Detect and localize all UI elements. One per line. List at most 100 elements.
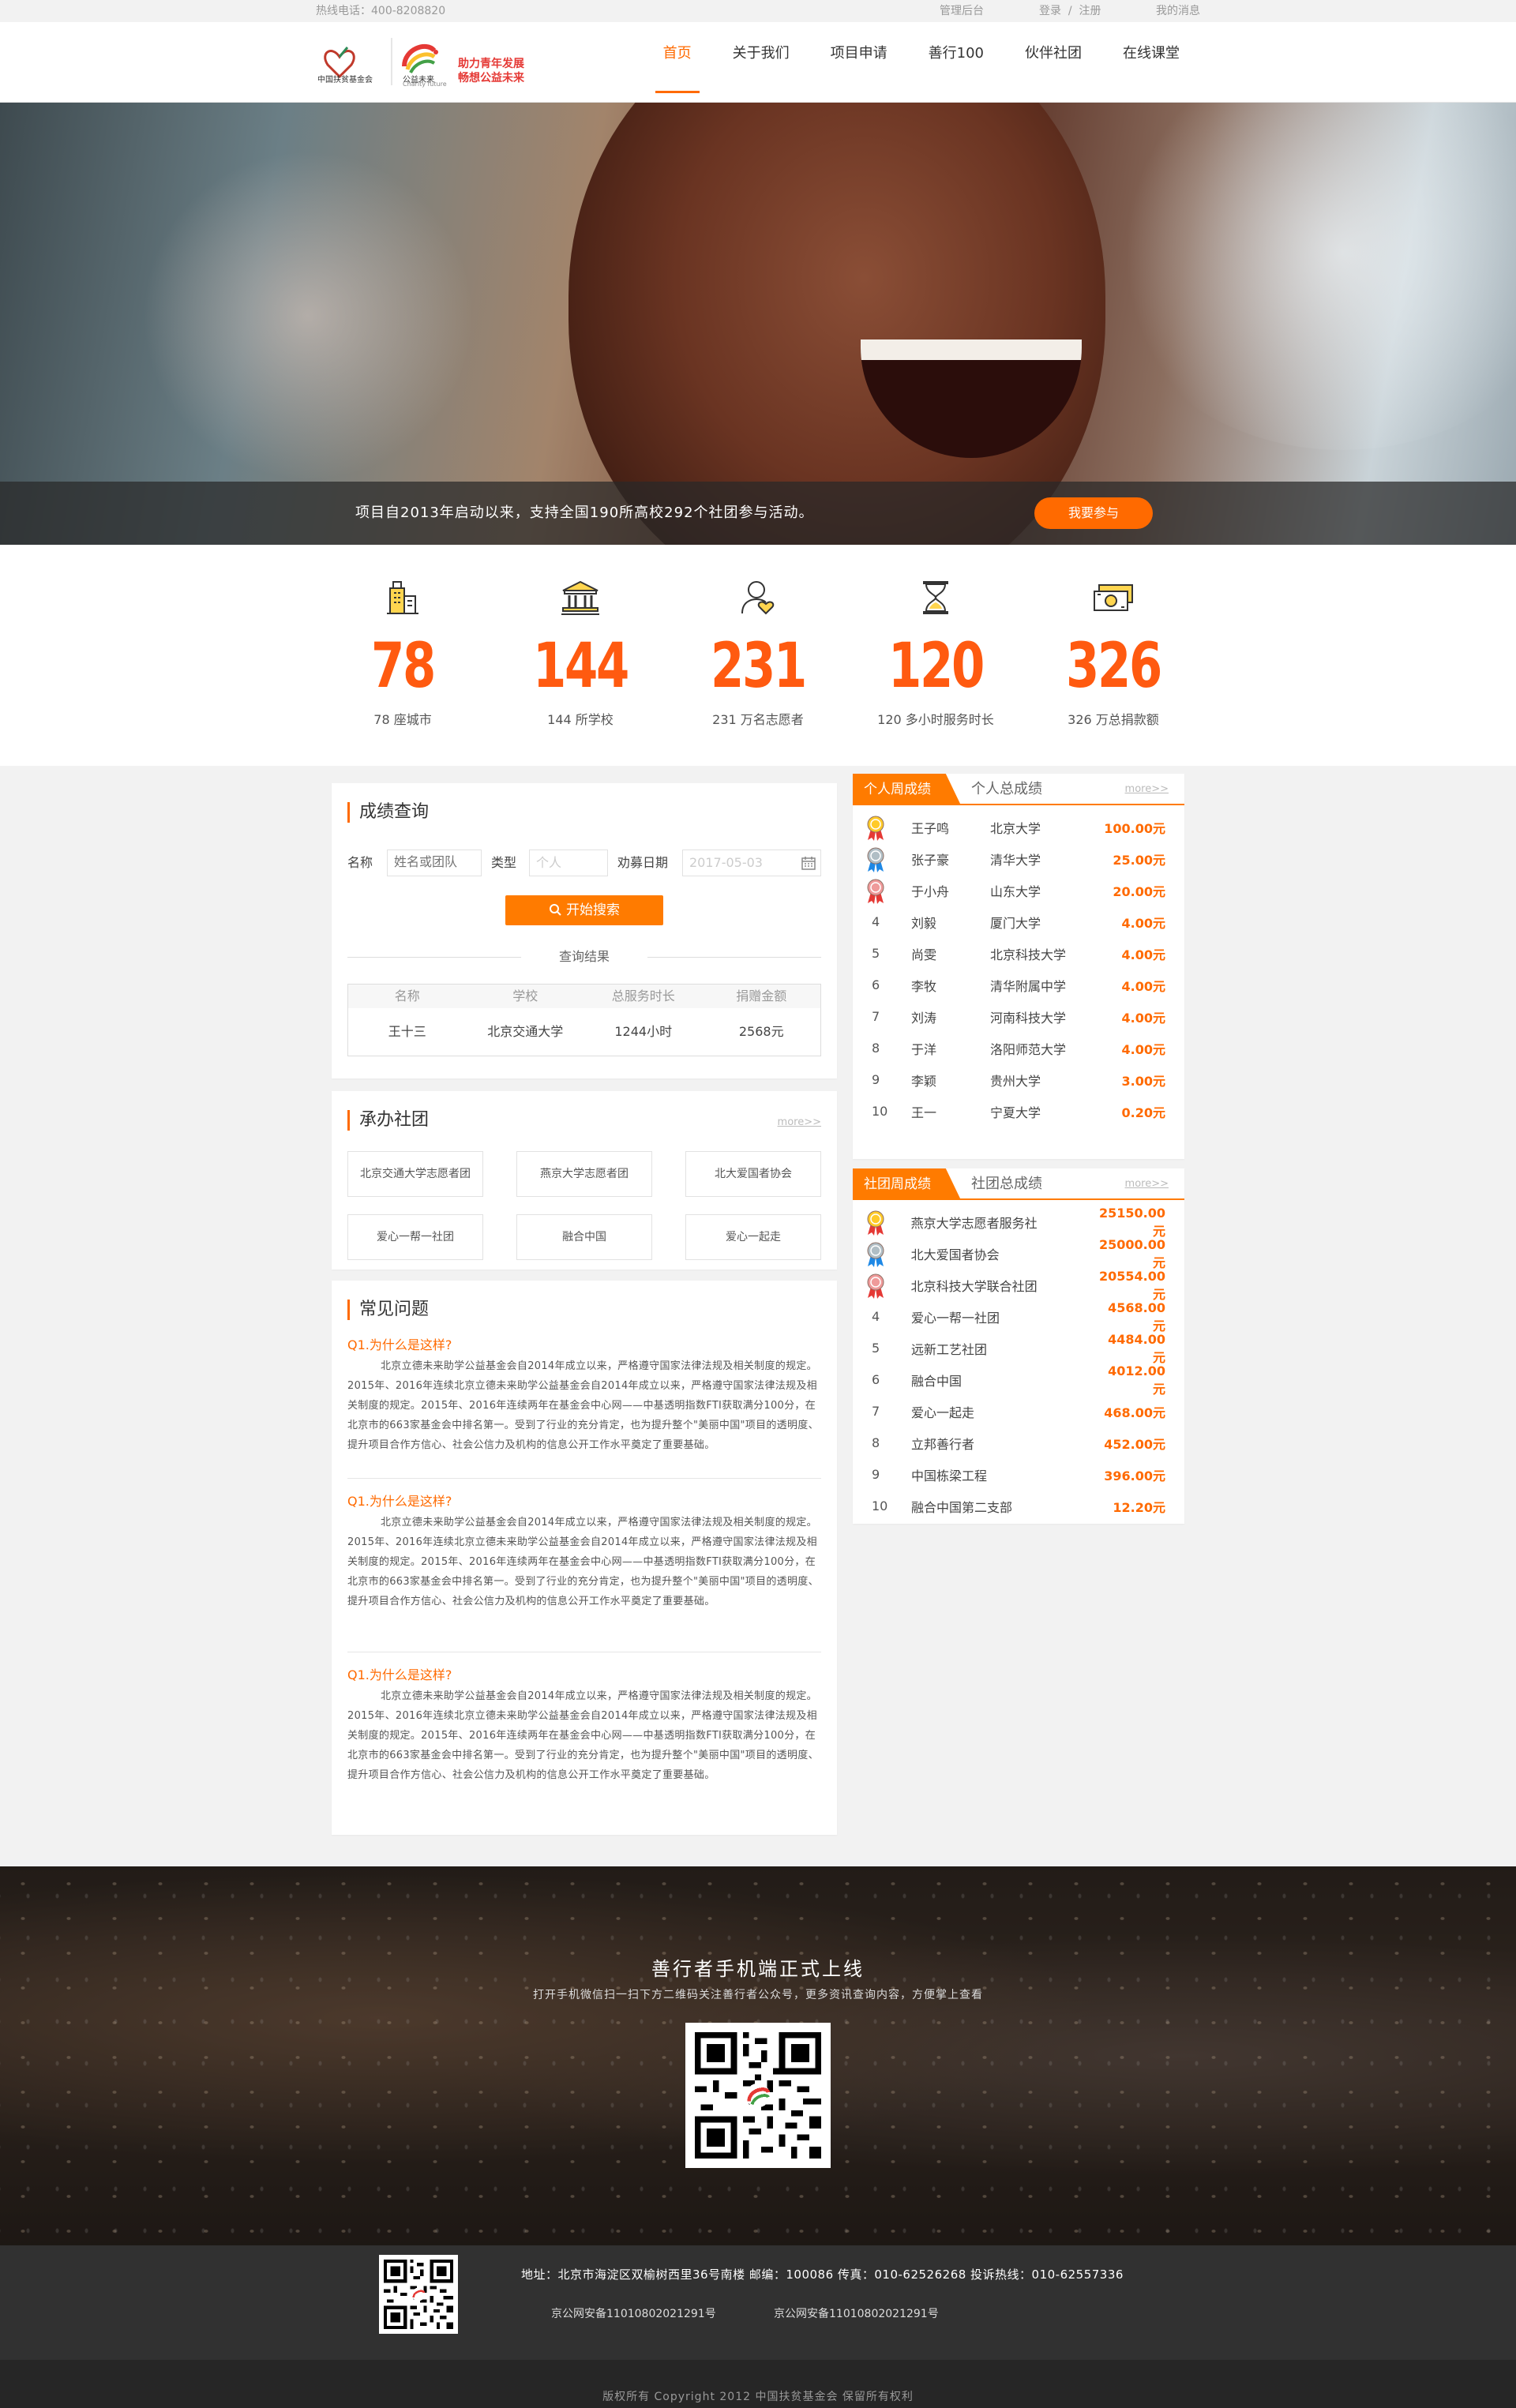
ranking-row: 燕京大学志愿者服务社 25150.00元 xyxy=(853,1206,1184,1239)
ranking-row: 8 于洋 洛阳师范大学 4.00元 xyxy=(853,1033,1184,1064)
messages-link[interactable]: 我的消息 xyxy=(1156,0,1200,22)
stat-label: 78 座城市 xyxy=(373,712,432,727)
stat-value: 231 xyxy=(711,631,807,702)
stat-value: 120 xyxy=(888,631,985,702)
ranking-club-name[interactable]: 远新工艺社团 xyxy=(911,1339,1101,1358)
hero-banner[interactable]: 项目自2013年启动以来，支持全国190所高校292个社团参与活动。 我要参与 xyxy=(0,103,1516,545)
brand-english: Charity future xyxy=(403,81,447,88)
ranking-name[interactable]: 李颖 xyxy=(911,1071,990,1090)
tab-personal-weekly[interactable]: 个人周成绩 xyxy=(853,774,961,805)
ranking-name[interactable]: 刘涛 xyxy=(911,1007,990,1026)
nav-home[interactable]: 首页 xyxy=(643,22,712,103)
login-group: 登录 / 注册 xyxy=(1039,0,1101,22)
club-ranking-panel: 社团周成绩 社团总成绩 more>> 燕京大学志愿者服务社 25150.00元北大… xyxy=(853,1168,1184,1524)
faq-question[interactable]: Q1.为什么是这样? xyxy=(347,1491,452,1510)
result-title: 查询结果 xyxy=(558,949,610,964)
tab-club-total[interactable]: 社团总成绩 xyxy=(971,1168,1042,1200)
name-input[interactable] xyxy=(387,850,482,876)
qr-code-image xyxy=(384,2260,453,2329)
ranking-club-name[interactable]: 中国栋梁工程 xyxy=(911,1465,1101,1484)
stat-value: 144 xyxy=(533,631,629,702)
ranking-amount: 468.00元 xyxy=(1104,1405,1165,1420)
join-button[interactable]: 我要参与 xyxy=(1034,497,1153,529)
club-item[interactable]: 爱心一起走 xyxy=(685,1214,821,1260)
ranking-row: 5 尚雯 北京科技大学 4.00元 xyxy=(853,938,1184,970)
club-item[interactable]: 爱心一帮一社团 xyxy=(347,1214,483,1260)
medal-icon xyxy=(867,1242,884,1267)
nav-about[interactable]: 关于我们 xyxy=(712,22,810,103)
admin-link[interactable]: 管理后台 xyxy=(940,0,984,22)
more-link[interactable]: more>> xyxy=(778,1116,821,1128)
search-button[interactable]: 开始搜索 xyxy=(505,895,663,925)
ranking-name[interactable]: 王子鸣 xyxy=(911,818,990,837)
ranking-name[interactable]: 于洋 xyxy=(911,1039,990,1058)
ranking-club-name[interactable]: 爱心一起走 xyxy=(911,1402,1101,1421)
club-item[interactable]: 北京交通大学志愿者团 xyxy=(347,1151,483,1197)
table-row: 王十三 北京交通大学 1244小时 2568元 xyxy=(348,1008,820,1056)
ranking-club-name[interactable]: 爱心一帮一社团 xyxy=(911,1307,1101,1326)
rank-number xyxy=(853,843,911,875)
club-item[interactable]: 燕京大学志愿者团 xyxy=(516,1151,652,1197)
ranking-row: 8 立邦善行者 452.00元 xyxy=(853,1427,1184,1459)
medal-icon xyxy=(867,1210,884,1236)
rank-number: 10 xyxy=(872,1498,888,1513)
calendar-icon[interactable] xyxy=(801,856,816,870)
ranking-name[interactable]: 刘毅 xyxy=(911,913,990,932)
faq-question[interactable]: Q1.为什么是这样? xyxy=(347,1664,452,1683)
slogan-line-2: 畅想公益未来 xyxy=(458,72,524,84)
ranking-row: 7 爱心一起走 468.00元 xyxy=(853,1396,1184,1427)
date-input[interactable]: 2017-05-03 xyxy=(682,850,821,876)
medal-icon xyxy=(867,1273,884,1299)
nav-shanxing100[interactable]: 善行100 xyxy=(908,22,1004,103)
ranking-amount: 20.00元 xyxy=(1113,884,1165,899)
date-label: 劝募日期 xyxy=(617,855,669,870)
more-link[interactable]: more>> xyxy=(1125,783,1169,795)
more-link[interactable]: more>> xyxy=(1125,1178,1169,1190)
nav-apply[interactable]: 项目申请 xyxy=(810,22,908,103)
register-link[interactable]: 注册 xyxy=(1079,5,1101,17)
ranking-name[interactable]: 尚雯 xyxy=(911,944,990,963)
stat-value: 326 xyxy=(1066,631,1162,702)
table-header: 名称 学校 总服务时长 捐赠金额 xyxy=(348,985,820,1008)
nav-partners[interactable]: 伙伴社团 xyxy=(1004,22,1102,103)
ranking-name[interactable]: 王一 xyxy=(911,1102,990,1121)
promo-subtitle: 打开手机微信扫一扫下方二维码关注善行者公众号，更多资讯查询内容，方便掌上查看 xyxy=(533,1989,983,2001)
nav-classroom[interactable]: 在线课堂 xyxy=(1102,22,1200,103)
footer-icp-1[interactable]: 京公网安备11010802021291号 xyxy=(551,2305,716,2321)
ranking-name[interactable]: 于小舟 xyxy=(911,881,990,900)
logo[interactable]: 中国扶贫基金会 公益未来 Charity future 助力青年发展 畅想公益未… xyxy=(316,33,541,88)
login-link[interactable]: 登录 xyxy=(1039,5,1061,17)
ranking-club-name[interactable]: 立邦善行者 xyxy=(911,1434,1101,1453)
host-clubs-panel: 承办社团 more>> 北京交通大学志愿者团 燕京大学志愿者团 北大爱国者协会 … xyxy=(332,1091,837,1270)
panel-title: 承办社团 xyxy=(347,1110,429,1131)
ranking-school: 清华大学 xyxy=(990,853,1041,868)
club-item[interactable]: 融合中国 xyxy=(516,1214,652,1260)
faq-question[interactable]: Q1.为什么是这样? xyxy=(347,1334,452,1353)
main-content: 成绩查询 名称 类型 个人 劝募日期 2017-05-03 开始搜索 查询结果 … xyxy=(0,766,1516,1866)
ranking-amount: 0.20元 xyxy=(1121,1105,1165,1120)
ranking-club-name[interactable]: 北京科技大学联合社团 xyxy=(911,1276,1099,1295)
footer-icp-2[interactable]: 京公网安备11010802021291号 xyxy=(774,2305,939,2321)
stat-donations: 326 326 万总捐款额 xyxy=(1050,576,1176,728)
banner-caption-bar: 项目自2013年启动以来，支持全国190所高校292个社团参与活动。 我要参与 xyxy=(0,482,1516,545)
ranking-name[interactable]: 张子豪 xyxy=(911,850,990,868)
faq-answer: 北京立德未来助学公益基金会自2014年成立以来，严格遵守国家法律法规及相关制度的… xyxy=(347,1690,819,1781)
ranking-club-name[interactable]: 融合中国 xyxy=(911,1371,1101,1390)
ranking-club-name[interactable]: 燕京大学志愿者服务社 xyxy=(911,1213,1099,1232)
column-header: 捐赠金额 xyxy=(736,988,787,1003)
ranking-school: 宁夏大学 xyxy=(990,1105,1041,1120)
ranking-amount: 4012.00元 xyxy=(1108,1363,1165,1397)
tab-personal-total[interactable]: 个人总成绩 xyxy=(971,774,1042,805)
ranking-club-name[interactable]: 北大爱国者协会 xyxy=(911,1244,1099,1263)
banner-caption: 项目自2013年启动以来，支持全国190所高校292个社团参与活动。 xyxy=(355,504,814,521)
rank-number: 8 xyxy=(872,1435,880,1450)
club-item[interactable]: 北大爱国者协会 xyxy=(685,1151,821,1197)
ranking-name[interactable]: 李牧 xyxy=(911,976,990,995)
medal-icon xyxy=(867,816,884,841)
tab-club-weekly[interactable]: 社团周成绩 xyxy=(853,1168,961,1200)
ranking-club-name[interactable]: 融合中国第二支部 xyxy=(911,1497,1101,1516)
faq-answer: 北京立德未来助学公益基金会自2014年成立以来，严格遵守国家法律法规及相关制度的… xyxy=(347,1517,819,1607)
type-select[interactable]: 个人 xyxy=(529,850,608,876)
rank-number: 7 xyxy=(872,1009,880,1024)
ranking-amount: 4.00元 xyxy=(1121,1011,1165,1026)
